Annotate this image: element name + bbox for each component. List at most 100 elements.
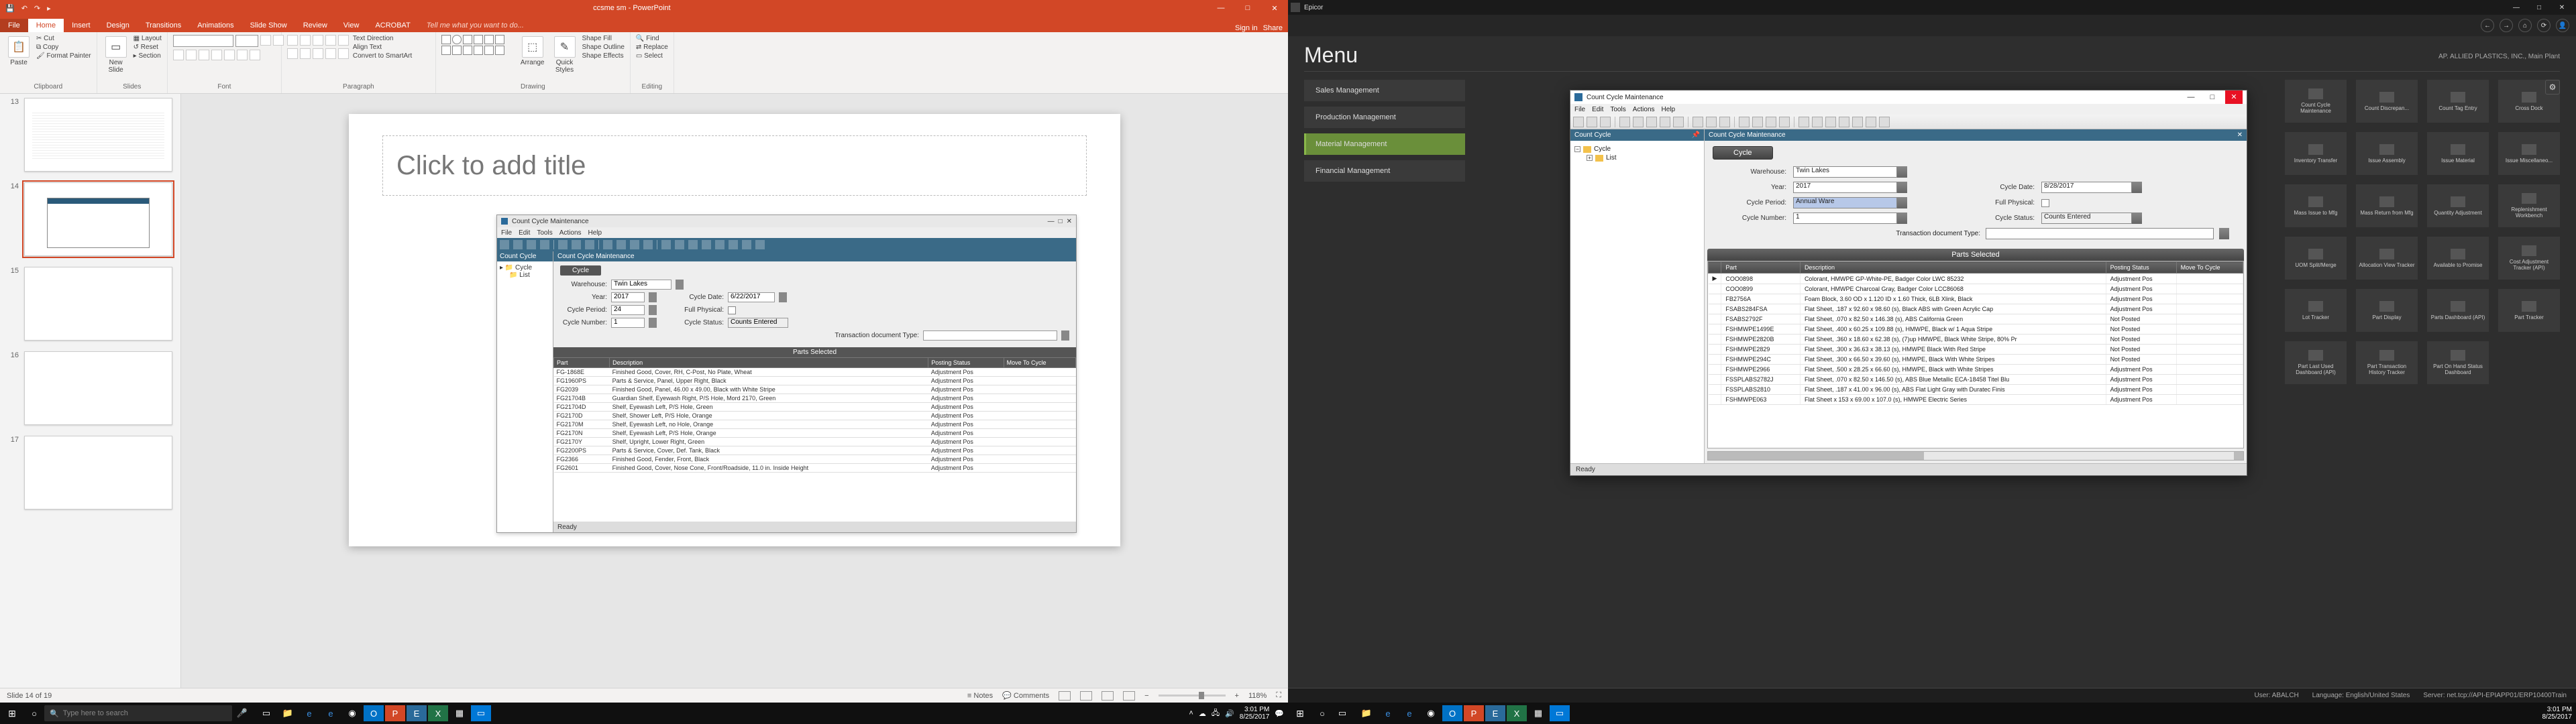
menu-tile[interactable]: Part Tracker xyxy=(2498,289,2560,332)
ep-window-maximize[interactable]: □ xyxy=(2528,4,2551,11)
zoom-level[interactable]: 118% xyxy=(1248,692,1267,700)
indent-inc-button[interactable] xyxy=(325,35,336,46)
nav-fwd-icon[interactable]: → xyxy=(2500,19,2513,32)
dropdown-icon[interactable] xyxy=(1897,213,1907,224)
line-spacing-button[interactable] xyxy=(338,35,349,46)
table-row[interactable]: FSHMWPE2829Flat Sheet, .300 x 36.63 x 38… xyxy=(1709,345,2243,355)
calculator-icon[interactable]: ▦ xyxy=(449,705,470,721)
nav-material[interactable]: Material Management xyxy=(1304,133,1465,155)
ie-icon-r[interactable]: e xyxy=(1399,705,1419,721)
tray-onedrive-icon[interactable]: ☁ xyxy=(1199,709,1206,718)
table-row[interactable]: FSHMWPE2966Flat Sheet, .500 x 28.25 x 66… xyxy=(1709,365,2243,375)
shape-cloud[interactable] xyxy=(474,46,483,55)
warehouse-input[interactable]: Twin Lakes xyxy=(1793,166,1897,178)
task-view-icon-r[interactable]: ▭ xyxy=(1332,705,1352,721)
win-minimize[interactable]: — xyxy=(2182,93,2200,101)
tab-transitions[interactable]: Transitions xyxy=(138,19,189,32)
tab-slideshow[interactable]: Slide Show xyxy=(242,19,295,32)
start-button-r[interactable]: ⊞ xyxy=(1288,708,1312,719)
text-direction-button[interactable]: Text Direction xyxy=(353,35,412,42)
win-menu-help[interactable]: Help xyxy=(1662,106,1676,113)
table-row[interactable]: FSABS284FSAFlat Sheet, .187 x 92.60 x 98… xyxy=(1709,304,2243,314)
select-button[interactable]: ▭ Select xyxy=(636,52,668,60)
bold-button[interactable] xyxy=(173,50,184,60)
content-close-icon[interactable]: ✕ xyxy=(2237,131,2243,139)
edge-icon[interactable]: e xyxy=(299,705,319,721)
menu-tile[interactable]: Quantity Adjustment xyxy=(2427,184,2489,227)
scroll-left-icon[interactable] xyxy=(1708,452,1717,460)
win-menu-edit[interactable]: Edit xyxy=(1592,106,1603,113)
menu-tile[interactable]: UOM Split/Merge xyxy=(2285,237,2347,280)
menu-tile[interactable]: Replenishment Workbench xyxy=(2498,184,2560,227)
menu-tile[interactable]: Mass Issue to Mfg xyxy=(2285,184,2347,227)
nav-back-icon[interactable]: ← xyxy=(2481,19,2494,32)
slide-thumb-15[interactable] xyxy=(24,267,172,341)
file-explorer-icon-r[interactable]: 📁 xyxy=(1356,705,1377,721)
spacing-button[interactable] xyxy=(237,50,248,60)
tree-pin-icon[interactable]: 📌 xyxy=(1692,131,1700,139)
table-row[interactable]: FSHMWPE063Flat Sheet x 153 x 69.00 x 107… xyxy=(1709,395,2243,405)
align-right-button[interactable] xyxy=(313,48,323,59)
dropdown-icon[interactable] xyxy=(2132,213,2142,224)
tool-g-icon[interactable] xyxy=(1879,117,1890,127)
calc-icon-r[interactable]: ▦ xyxy=(1528,705,1548,721)
win-maximize[interactable]: □ xyxy=(2204,93,2221,101)
task-view-icon[interactable]: ▭ xyxy=(256,705,276,721)
menu-tile[interactable]: Count Discrepan... xyxy=(2356,80,2418,123)
tool-search-icon[interactable] xyxy=(1619,117,1630,127)
menu-tile[interactable]: Part Display xyxy=(2356,289,2418,332)
window-close[interactable]: ✕ xyxy=(1261,4,1288,13)
action-center-icon[interactable]: 💬 xyxy=(1275,709,1284,718)
app-icon[interactable]: ▭ xyxy=(471,705,491,721)
tool-c-icon[interactable] xyxy=(1825,117,1836,127)
underline-button[interactable] xyxy=(199,50,209,60)
shape-pent[interactable] xyxy=(484,46,494,55)
menu-tile[interactable]: Issue Miscellaneo... xyxy=(2498,132,2560,175)
tool-last-icon[interactable] xyxy=(1779,117,1790,127)
slide-editor[interactable]: Click to add title Count Cycle Maintenan… xyxy=(181,94,1288,688)
trans-doc-type-input[interactable] xyxy=(1986,228,2214,239)
col-part[interactable]: Part xyxy=(1721,262,1801,274)
tool-e-icon[interactable] xyxy=(1852,117,1863,127)
mic-icon[interactable]: 🎤 xyxy=(232,705,252,721)
clock-r[interactable]: 3:01 PM 8/25/2017 xyxy=(2542,706,2573,721)
indent-dec-button[interactable] xyxy=(313,35,323,46)
excel-icon-r[interactable]: X xyxy=(1507,705,1527,721)
table-row[interactable]: FSABS2792FFlat Sheet, .070 x 82.50 x 146… xyxy=(1709,314,2243,324)
parts-table[interactable]: Part Description Posting Status Move To … xyxy=(1707,261,2244,448)
tool-first-icon[interactable] xyxy=(1739,117,1750,127)
zoom-out-button[interactable]: − xyxy=(1144,692,1148,700)
cut-button[interactable]: ✂ Cut xyxy=(36,35,91,42)
tray-network-icon[interactable]: 🖧 xyxy=(1212,707,1220,720)
tool-a-icon[interactable] xyxy=(1799,117,1809,127)
numbering-button[interactable] xyxy=(300,35,311,46)
table-row[interactable]: FSSPLABS2782JFlat Sheet, .070 x 82.50 x … xyxy=(1709,375,2243,385)
format-painter-button[interactable]: 🖌 Format Painter xyxy=(36,52,91,60)
start-button[interactable]: ⊞ xyxy=(0,708,24,719)
shape-oval[interactable] xyxy=(452,35,462,44)
share-button[interactable]: Share xyxy=(1263,24,1283,32)
menu-tile[interactable]: Part Last Used Dashboard (API) xyxy=(2285,341,2347,384)
slide-thumb-16[interactable] xyxy=(24,351,172,425)
copy-button[interactable]: ⧉ Copy xyxy=(36,44,91,51)
epicor-taskbar-icon[interactable]: E xyxy=(407,705,427,721)
tree-node-cycle[interactable]: −Cycle xyxy=(1574,145,1700,154)
slide-thumb-13[interactable] xyxy=(24,98,172,172)
file-explorer-icon[interactable]: 📁 xyxy=(278,705,298,721)
font-size-select[interactable] xyxy=(235,35,258,47)
tool-new-icon[interactable] xyxy=(1573,117,1584,127)
shape-hex[interactable] xyxy=(441,46,451,55)
reading-view-button[interactable] xyxy=(1102,691,1114,701)
edge-icon-r[interactable]: e xyxy=(1378,705,1398,721)
sorter-view-button[interactable] xyxy=(1080,691,1092,701)
number-input[interactable]: 1 xyxy=(1793,213,1897,224)
dropdown-icon[interactable] xyxy=(1897,166,1907,178)
scroll-thumb[interactable] xyxy=(1717,452,1924,460)
tab-file[interactable]: File xyxy=(0,19,28,32)
window-maximize[interactable]: □ xyxy=(1234,4,1261,13)
table-row[interactable]: FSHMWPE1499EFlat Sheet, .400 x 60.25 x 1… xyxy=(1709,324,2243,335)
dropdown-icon[interactable] xyxy=(1897,197,1907,208)
tool-d-icon[interactable] xyxy=(1839,117,1849,127)
shape-effects-button[interactable]: Shape Effects xyxy=(582,52,625,60)
quick-styles-button[interactable]: ✎ Quick Styles xyxy=(551,35,578,75)
